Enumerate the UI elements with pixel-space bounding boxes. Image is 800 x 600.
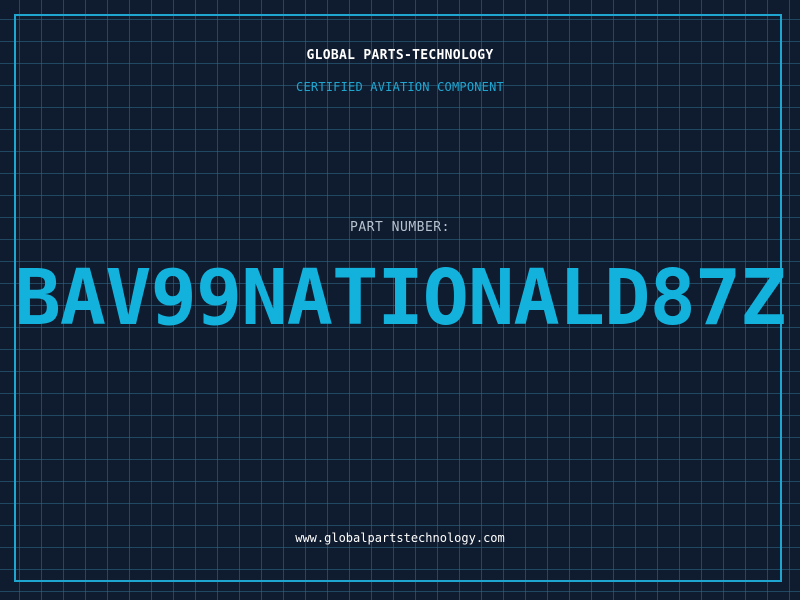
company-name: GLOBAL PARTS-TECHNOLOGY: [306, 48, 494, 63]
certificate-page: GLOBAL PARTS-TECHNOLOGY CERTIFIED AVIATI…: [0, 0, 800, 600]
website-url: www.globalpartstechnology.com: [295, 531, 505, 545]
part-number-value: BAV99NATIONALD87Z: [14, 254, 786, 343]
part-number-label: PART NUMBER:: [350, 220, 450, 235]
subtitle: CERTIFIED AVIATION COMPONENT: [296, 80, 504, 94]
